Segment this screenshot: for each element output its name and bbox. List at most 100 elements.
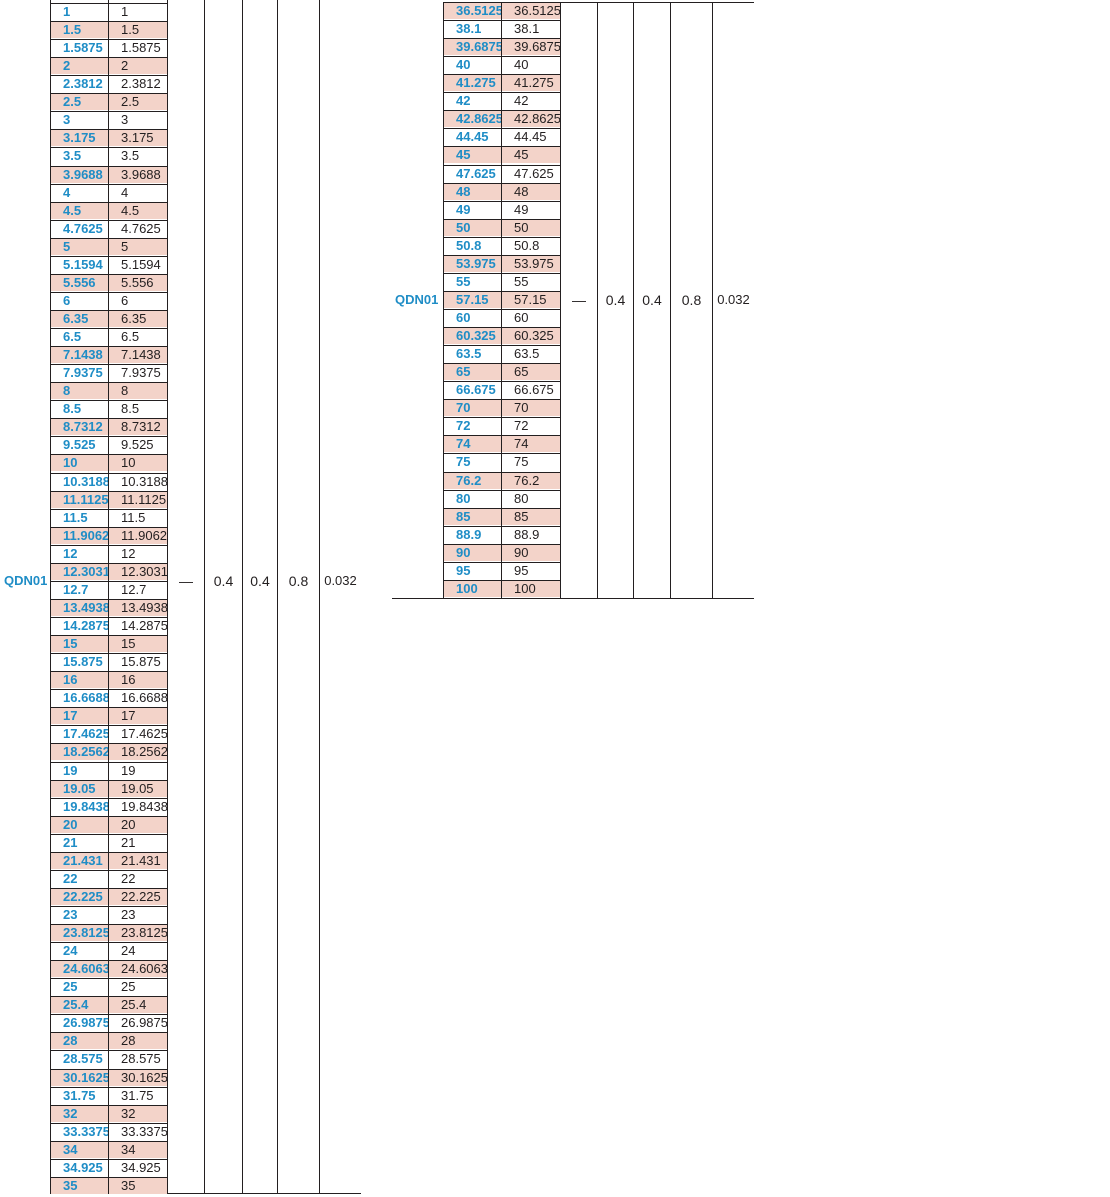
size-cell: 23 xyxy=(109,906,167,923)
code-cell: 74 xyxy=(444,435,501,452)
size-cell: 19.8438 xyxy=(109,798,167,815)
size-cell: 6 xyxy=(109,292,167,309)
code-cell: 18.2562 xyxy=(51,743,108,760)
code-cell: 2 xyxy=(51,57,108,74)
size-cell: 25 xyxy=(109,978,167,995)
code-cell: 100 xyxy=(444,580,501,597)
code-cell: 9.525 xyxy=(51,436,108,453)
size-cell: 7.9375 xyxy=(109,364,167,381)
code-cell: 10.3188 xyxy=(51,473,108,490)
code-cell: 2.3812 xyxy=(51,75,108,92)
size-cell: 76.2 xyxy=(502,472,560,489)
code-cell: 90 xyxy=(444,544,501,561)
code-cell: 17.4625 xyxy=(51,725,108,742)
code-cell: 3.175 xyxy=(51,129,108,146)
code-cell: 12.3031 xyxy=(51,563,108,580)
code-cell: 47.625 xyxy=(444,165,501,182)
param-2: 0.4 xyxy=(642,292,662,308)
code-cell: 8.7312 xyxy=(51,418,108,435)
code-cell: 3.5 xyxy=(51,147,108,164)
code-cell: 60.325 xyxy=(444,327,501,344)
code-cell: 12.7 xyxy=(51,581,108,598)
size-cell: 38.1 xyxy=(502,20,560,37)
size-cell: 65 xyxy=(502,363,560,380)
code-cell: 14.2875 xyxy=(51,617,108,634)
size-cell: 60.325 xyxy=(502,327,560,344)
size-cell: 26.9875 xyxy=(109,1014,167,1031)
size-cell: 49 xyxy=(502,201,560,218)
size-cell: 10 xyxy=(109,454,167,471)
size-cell: 53.975 xyxy=(502,255,560,272)
code-cell: 28.575 xyxy=(51,1050,108,1067)
size-cell: 10.3188 xyxy=(109,473,167,490)
code-cell: 13.4938 xyxy=(51,599,108,616)
size-cell: 12.7 xyxy=(109,581,167,598)
size-cell: 30.1625 xyxy=(109,1069,167,1086)
param-3: 0.8 xyxy=(288,573,309,589)
code-cell: 22 xyxy=(51,870,108,887)
size-cell: 42 xyxy=(502,92,560,109)
code-cell: 66.675 xyxy=(444,381,501,398)
column-rule xyxy=(204,0,205,1194)
left-table: 1 1.5 1.5875 2 2.3812 2.5 3 3.175 3.5 3.9688 4 4.5 4… xyxy=(0,0,362,1197)
size-cell: 24.6063 xyxy=(109,960,167,977)
code-cell: 72 xyxy=(444,417,501,434)
size-cell: 88.9 xyxy=(502,526,560,543)
code-cell: 20 xyxy=(51,816,108,833)
code-cell: 39.6875 xyxy=(444,38,501,55)
size-cell: 5.556 xyxy=(109,274,167,291)
code-cell: 31.75 xyxy=(51,1087,108,1104)
size-cell: 40 xyxy=(502,56,560,73)
code-cell: 35 xyxy=(51,1177,108,1194)
code-cell: 16.6688 xyxy=(51,689,108,706)
size-cell: 19 xyxy=(109,762,167,779)
size-cell: 28.575 xyxy=(109,1050,167,1067)
code-cell: 19.8438 xyxy=(51,798,108,815)
size-cell: 55 xyxy=(502,273,560,290)
code-cell: 80 xyxy=(444,490,501,507)
code-cell: 23 xyxy=(51,906,108,923)
size-cell: 74 xyxy=(502,435,560,452)
code-cell: 65 xyxy=(444,363,501,380)
code-cell: 11.5 xyxy=(51,509,108,526)
right-table: 36.5125 38.1 39.6875 40 41.275 42 42.8625 44.45… xyxy=(392,0,755,600)
size-cell: 17.4625 xyxy=(109,725,167,742)
size-cell: 60 xyxy=(502,309,560,326)
size-cell: 3.9688 xyxy=(109,166,167,183)
code-cell: 3 xyxy=(51,111,108,128)
size-cell: 22 xyxy=(109,870,167,887)
size-cell: 2.3812 xyxy=(109,75,167,92)
size-cell: 16.6688 xyxy=(109,689,167,706)
code-cell: 6 xyxy=(51,292,108,309)
size-cell: 12 xyxy=(109,545,167,562)
size-cell: 66.675 xyxy=(502,381,560,398)
size-cell: 18.2562 xyxy=(109,743,167,760)
size-cell: 8 xyxy=(109,382,167,399)
size-cell: 44.45 xyxy=(502,128,560,145)
size-cell: 45 xyxy=(502,146,560,163)
size-cell: 41.275 xyxy=(502,74,560,91)
size-cell: 20 xyxy=(109,816,167,833)
code-cell: 24 xyxy=(51,942,108,959)
size-cell: 11.1125 xyxy=(109,491,167,508)
code-cell: 1.5 xyxy=(51,21,108,38)
code-cell: 44.45 xyxy=(444,128,501,145)
size-cell: 57.15 xyxy=(502,291,560,308)
code-cell: 3.9688 xyxy=(51,166,108,183)
size-cell: 17 xyxy=(109,707,167,724)
code-cell: 21.431 xyxy=(51,852,108,869)
param-1: 0.4 xyxy=(213,573,234,589)
code-cell: 49 xyxy=(444,201,501,218)
size-cell: 12.3031 xyxy=(109,563,167,580)
param-4: 0.032 xyxy=(324,573,357,588)
code-cell: 22.225 xyxy=(51,888,108,905)
code-cell: 53.975 xyxy=(444,255,501,272)
size-cell: 21.431 xyxy=(109,852,167,869)
param-4: 0.032 xyxy=(717,292,750,307)
size-cell: 48 xyxy=(502,183,560,200)
code-cell: 17 xyxy=(51,707,108,724)
code-cell: 76.2 xyxy=(444,472,501,489)
size-cell: 1.5875 xyxy=(109,39,167,56)
size-cell: 28 xyxy=(109,1032,167,1049)
size-cell: 3.5 xyxy=(109,147,167,164)
